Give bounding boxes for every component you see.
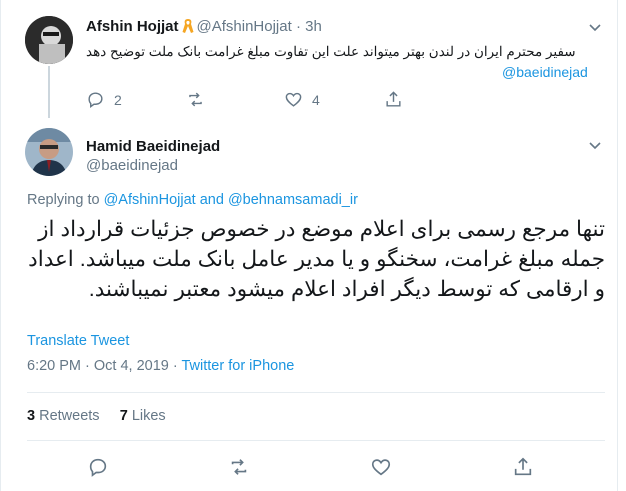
mention-link[interactable]: @baeidinejad <box>502 64 588 80</box>
author-name[interactable]: Afshin Hojjat <box>86 18 179 35</box>
author-name[interactable]: Hamid Baeidinejad <box>86 138 220 155</box>
replying-to: Replying to @AfshinHojjat and @behnamsam… <box>27 192 358 208</box>
replying-user-link[interactable]: @behnamsamadi_ir <box>228 192 358 208</box>
avatar[interactable] <box>25 128 73 176</box>
reply-icon <box>89 458 107 477</box>
replying-and[interactable]: and <box>200 192 224 208</box>
divider <box>27 392 605 393</box>
tweet-text: سفیر محترم ایران در لندن بهتر میتواند عل… <box>86 44 576 59</box>
heart-icon <box>371 459 391 476</box>
reply-count: 2 <box>114 91 122 108</box>
retweet-icon <box>231 459 247 475</box>
tweet-timestamp[interactable]: 6:20 PM · Oct 4, 2019 · <box>27 358 178 374</box>
likes-label: Likes <box>131 408 166 424</box>
thread-connector-line <box>48 66 50 118</box>
engagement-stats: 3 Retweets 7 Likes <box>27 408 166 424</box>
reply-icon <box>88 92 103 109</box>
likes-stat[interactable]: 7 Likes <box>120 408 166 424</box>
author-handle[interactable]: @AfshinHojjat <box>197 18 292 35</box>
share-icon <box>514 457 532 476</box>
share-button[interactable] <box>384 90 403 109</box>
share-button[interactable] <box>512 456 534 478</box>
chevron-down-icon[interactable] <box>588 20 602 38</box>
share-icon <box>386 91 401 107</box>
author-handle[interactable]: @baeidinejad <box>86 157 178 174</box>
frame-border-right <box>617 0 618 491</box>
retweets-count: 3 <box>27 408 36 424</box>
likes-count: 7 <box>119 408 128 424</box>
time-separator: · <box>295 18 301 35</box>
tweet-time[interactable]: 3h <box>305 18 322 35</box>
replying-label: Replying to <box>27 192 100 208</box>
divider <box>27 440 605 441</box>
awareness-ribbon-icon <box>182 19 193 33</box>
tweet-text: تنها مرجع رسمی برای اعلام موضع در خصوص ج… <box>28 217 605 301</box>
translate-tweet-link[interactable]: Translate Tweet <box>27 333 129 349</box>
tweet-source-link[interactable]: Twitter for iPhone <box>182 358 295 374</box>
retweets-stat[interactable]: 3 Retweets <box>27 408 100 424</box>
replying-user-link[interactable]: @AfshinHojjat <box>104 192 196 208</box>
frame-border-left <box>0 0 1 491</box>
chevron-down-icon[interactable] <box>588 138 602 156</box>
heart-icon <box>285 92 302 107</box>
like-count: 4 <box>312 91 320 108</box>
tweet-metadata: 6:20 PM · Oct 4, 2019 · Twitter for iPho… <box>27 358 294 374</box>
like-button[interactable] <box>370 456 392 478</box>
like-button[interactable]: 4 <box>284 90 320 109</box>
retweet-button[interactable] <box>186 90 205 109</box>
retweets-label: Retweets <box>39 408 100 424</box>
retweet-icon <box>189 92 202 107</box>
reply-button[interactable] <box>87 456 109 478</box>
reply-button[interactable]: 2 <box>86 90 122 109</box>
avatar[interactable] <box>25 16 73 64</box>
parent-tweet-header: Afshin Hojjat @AfshinHojjat · 3h <box>86 18 322 35</box>
retweet-button[interactable] <box>228 456 250 478</box>
